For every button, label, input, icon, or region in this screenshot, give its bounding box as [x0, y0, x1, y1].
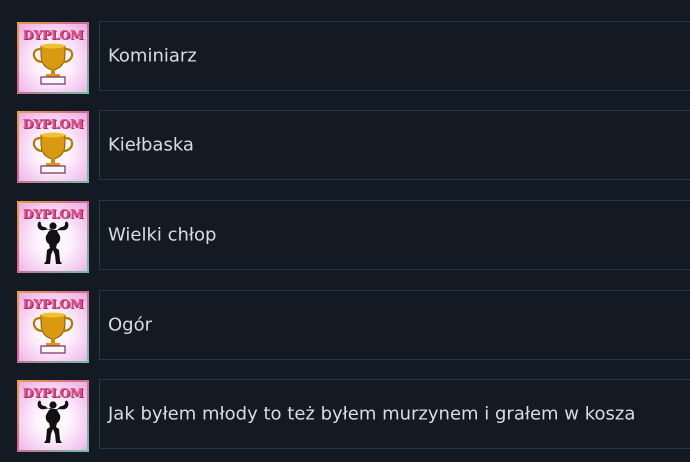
achievement-panel[interactable]: Kominiarz — [99, 21, 690, 91]
achievement-title: Kominiarz — [108, 45, 197, 67]
achievement-panel[interactable]: Kiełbaska — [99, 110, 690, 180]
diploma-badge: DYPLOM — [17, 201, 89, 273]
achievement-row: DYPLOM Kiełbaska — [0, 110, 690, 182]
achievement-panel[interactable]: Wielki chłop — [99, 200, 690, 270]
bodybuilder-icon — [37, 221, 69, 264]
diploma-badge: DYPLOM — [17, 380, 89, 452]
achievement-title: Jak byłem młody to też byłem murzynem i … — [108, 403, 636, 425]
achievement-row: DYPLOM Jak byłem młody to też byłem murz… — [0, 379, 690, 451]
bodybuilder-icon — [37, 400, 69, 443]
achievement-title: Ogór — [108, 314, 153, 336]
achievement-list: DYPLOM Kominiarz DYPLOM Kiełbaska DYPLOM… — [0, 0, 690, 462]
achievement-row: DYPLOM Wielki chłop — [0, 200, 690, 272]
diploma-badge: DYPLOM — [17, 22, 89, 94]
trophy-icon — [32, 312, 74, 354]
achievement-title: Wielki chłop — [108, 224, 217, 246]
achievement-row: DYPLOM Ogór — [0, 290, 690, 362]
achievement-panel[interactable]: Jak byłem młody to też byłem murzynem i … — [99, 379, 690, 449]
achievement-panel[interactable]: Ogór — [99, 290, 690, 360]
achievement-row: DYPLOM Kominiarz — [0, 21, 690, 93]
achievement-title: Kiełbaska — [108, 134, 194, 156]
trophy-icon — [32, 132, 74, 174]
trophy-icon — [32, 43, 74, 85]
diploma-badge: DYPLOM — [17, 111, 89, 183]
diploma-badge: DYPLOM — [17, 291, 89, 363]
